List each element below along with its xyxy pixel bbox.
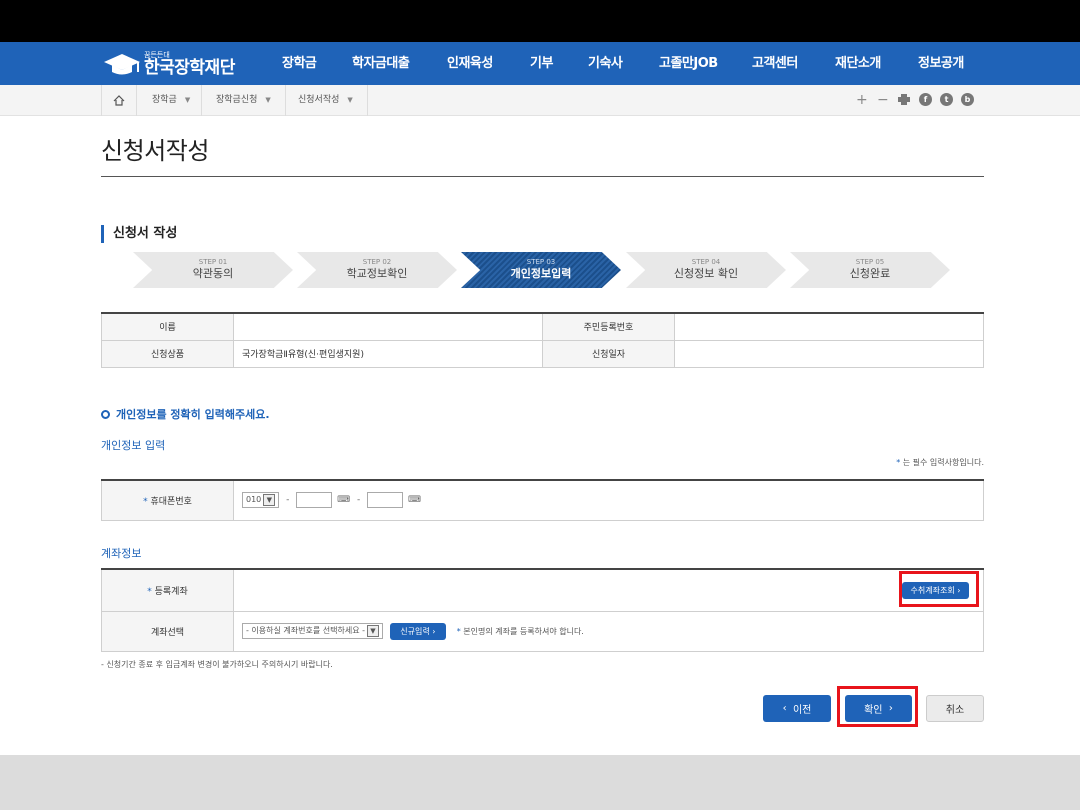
step-05: STEP 05 신청완료: [790, 252, 950, 288]
product-value: 국가장학금Ⅱ유형(신·편입생지원): [233, 339, 543, 368]
zoom-in-icon[interactable]: +: [856, 93, 868, 107]
name-value: [233, 312, 543, 341]
prev-button[interactable]: ‹ 이전: [763, 695, 831, 722]
registered-account-field: 수취계좌조회 ›: [233, 568, 984, 612]
zoom-out-icon[interactable]: −: [877, 93, 889, 107]
blog-icon[interactable]: b: [961, 93, 974, 106]
account-info-table: * 등록계좌 수취계좌조회 › 계좌선택 - 이용하실 계좌번호를 선택하세요 …: [101, 568, 984, 652]
step-01: STEP 01 약관동의: [133, 252, 293, 288]
home-icon[interactable]: [101, 85, 137, 116]
rrn-label: 주민등록번호: [542, 312, 675, 341]
account-select-field: - 이용하실 계좌번호를 선택하세요 - ▼ 신규입력 › * 본인명의 계좌를 …: [233, 610, 984, 652]
mobile-label: * 휴대폰번호: [101, 479, 234, 521]
global-nav-bar: 꿈든든대 한국장학재단 장학금 학자금대출 인재육성 기부 기숙사 고졸만JOB…: [0, 42, 1080, 85]
personal-info-table: * 휴대폰번호 010 ▼ - ⌨ - ⌨: [101, 479, 984, 521]
page-title: 신청서작성: [101, 137, 209, 165]
bullet-circle-icon: [101, 409, 110, 419]
menu-job[interactable]: 고졸만JOB: [659, 42, 718, 85]
print-icon[interactable]: [898, 94, 910, 108]
personal-info-title: 개인정보 입력: [101, 439, 166, 452]
twitter-icon[interactable]: t: [940, 93, 953, 106]
menu-talent[interactable]: 인재육성: [447, 42, 493, 85]
rrn-value: [674, 312, 984, 341]
applicant-info-table: 이름 주민등록번호 신청상품 국가장학금Ⅱ유형(신·편입생지원) 신청일자: [101, 312, 984, 368]
facebook-icon[interactable]: f: [919, 93, 932, 106]
menu-student-loan[interactable]: 학자금대출: [352, 42, 410, 85]
chevron-down-icon: ▼: [366, 624, 379, 637]
dropdown-arrow-icon: ▼: [184, 96, 191, 104]
date-label: 신청일자: [542, 339, 675, 368]
breadcrumb-item-apply[interactable]: 장학금신청 ▼: [202, 85, 286, 116]
footer-area: [0, 755, 1080, 810]
account-select[interactable]: - 이용하실 계좌번호를 선택하세요 - ▼: [242, 623, 383, 639]
new-account-button[interactable]: 신규입력 ›: [389, 622, 446, 640]
breadcrumb-item-form[interactable]: 신청서작성 ▼: [286, 85, 368, 116]
logo-name: 한국장학재단: [144, 57, 235, 78]
required-note: * 는 필수 입력사항입니다.: [896, 458, 984, 467]
date-value: [674, 339, 984, 368]
footer-note: - 신청기간 종료 후 입금계좌 변경이 불가하오니 주의하시기 바랍니다.: [101, 660, 333, 669]
breadcrumb: 장학금 ▼ 장학금신청 ▼ 신청서작성 ▼ + − f t b: [0, 85, 1080, 116]
name-label: 이름: [101, 312, 234, 341]
account-select-label: 계좌선택: [101, 610, 234, 652]
menu-scholarship[interactable]: 장학금: [282, 42, 317, 85]
top-black-bar: [0, 0, 1080, 42]
menu-donation[interactable]: 기부: [530, 42, 553, 85]
account-hint: * 본인명의 계좌를 등록하셔야 합니다.: [456, 626, 584, 636]
title-divider: [101, 176, 984, 177]
step-02: STEP 02 학교정보확인: [297, 252, 457, 288]
dropdown-arrow-icon: ▼: [265, 96, 271, 104]
highlight-box-lookup: [899, 571, 979, 607]
registered-account-label: * 등록계좌: [101, 568, 234, 612]
account-info-title: 계좌정보: [101, 547, 142, 560]
breadcrumb-item-scholarship[interactable]: 장학금 ▼: [137, 85, 202, 116]
mobile-field: 010 ▼ - ⌨ - ⌨: [233, 479, 984, 521]
section-title: 신청서 작성: [101, 225, 177, 243]
mobile-prefix-select[interactable]: 010 ▼: [242, 492, 280, 509]
menu-customer-center[interactable]: 고객센터: [752, 42, 798, 85]
site-logo[interactable]: 꿈든든대 한국장학재단: [102, 47, 235, 81]
mobile-middle-input[interactable]: [296, 492, 333, 509]
mobile-last-input[interactable]: [367, 492, 404, 509]
menu-dormitory[interactable]: 기숙사: [588, 42, 623, 85]
cancel-button[interactable]: 취소: [926, 695, 984, 722]
keyboard-icon[interactable]: ⌨: [337, 495, 350, 505]
dropdown-arrow-icon: ▼: [347, 96, 353, 104]
step-04: STEP 04 신청정보 확인: [626, 252, 786, 288]
highlight-box-confirm: [837, 686, 918, 727]
keyboard-icon[interactable]: ⌨: [408, 495, 421, 505]
chevron-down-icon: ▼: [263, 493, 276, 506]
notice-text: 개인정보를 정확히 입력해주세요.: [101, 406, 270, 422]
menu-disclosure[interactable]: 정보공개: [918, 42, 964, 85]
product-label: 신청상품: [101, 339, 234, 368]
graduation-cap-icon: [102, 50, 142, 78]
menu-about[interactable]: 재단소개: [835, 42, 881, 85]
step-03-active: STEP 03 개인정보입력: [461, 252, 621, 288]
